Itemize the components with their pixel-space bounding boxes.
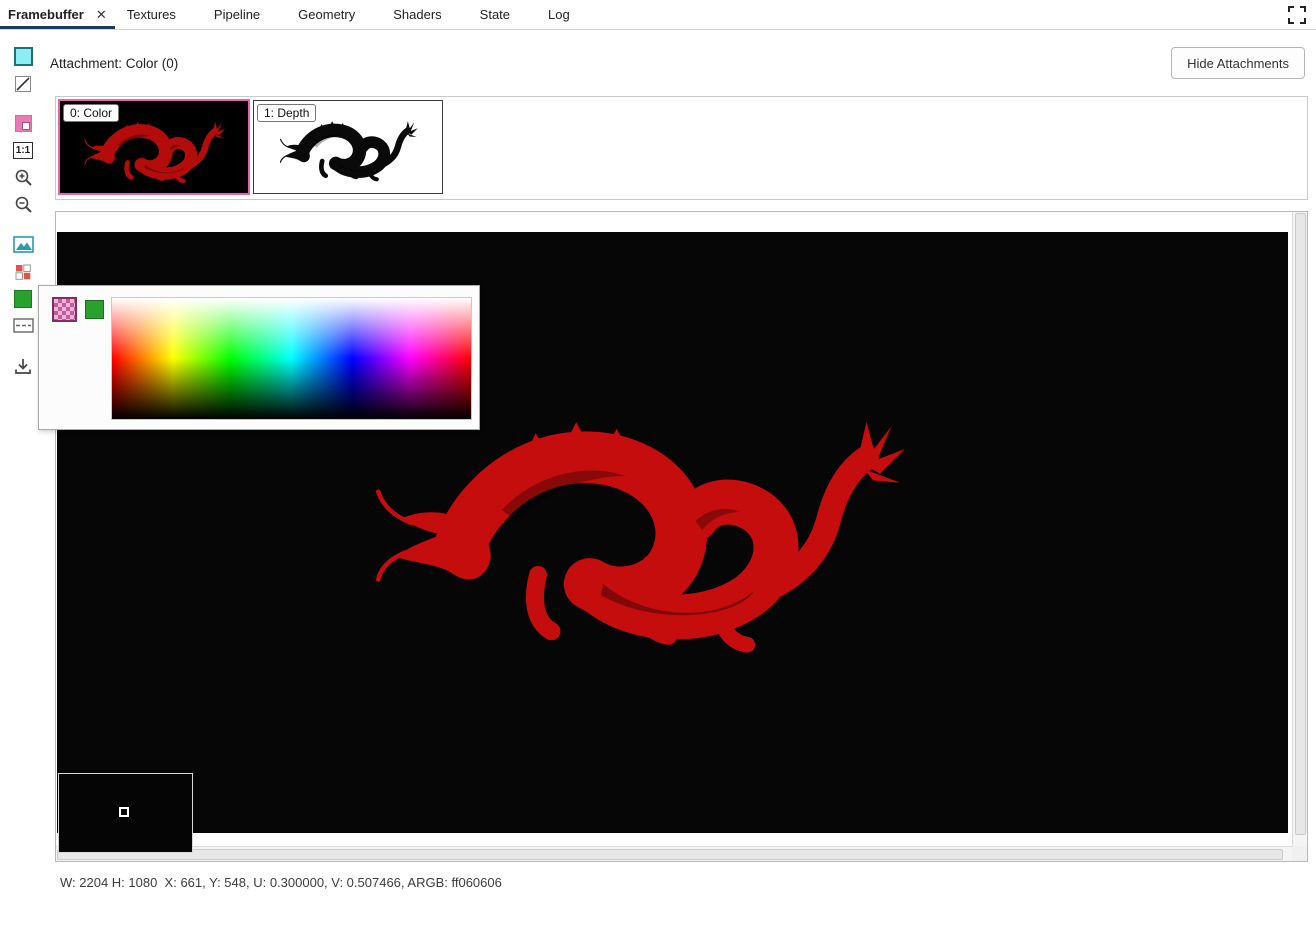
hue-saturation-spectrum[interactable] [111, 297, 472, 420]
attachment-thumb-depth[interactable]: 1: Depth [253, 100, 443, 194]
one-to-one-label: 1:1 [13, 142, 33, 159]
minimap-overview[interactable] [58, 773, 193, 853]
horizontal-scrollbar-thumb[interactable] [57, 849, 1283, 860]
cyan-swatch [14, 47, 33, 66]
tab-state-label: State [480, 7, 510, 22]
scrollbar-corner [1292, 846, 1307, 861]
split-view-icon[interactable] [9, 312, 37, 339]
horizontal-scrollbar[interactable] [56, 846, 1294, 861]
tab-state[interactable]: State [468, 0, 536, 29]
one-to-one-zoom-icon[interactable]: 1:1 [9, 137, 37, 164]
tab-log-label: Log [548, 7, 570, 22]
pixel-status-text: W: 2204 H: 1080 X: 661, Y: 548, U: 0.300… [60, 875, 502, 890]
tab-textures[interactable]: Textures [115, 0, 202, 29]
close-tab-icon[interactable]: ✕ [96, 7, 107, 23]
tab-framebuffer[interactable]: Framebuffer ✕ [0, 0, 115, 29]
fullscreen-icon[interactable] [1288, 6, 1306, 24]
cyan-texture-icon[interactable] [9, 43, 37, 70]
zoom-out-icon[interactable] [9, 191, 37, 218]
green-swatch [14, 290, 32, 308]
minimap-cursor-marker [119, 807, 129, 817]
vertical-scrollbar[interactable] [1292, 212, 1307, 848]
vertical-scrollbar-thumb[interactable] [1295, 213, 1306, 835]
tab-shaders-label: Shaders [393, 7, 441, 22]
hide-attachments-button[interactable]: Hide Attachments [1171, 47, 1305, 79]
color-picker-panel [38, 285, 480, 430]
pink-swatch [15, 115, 32, 132]
tab-log[interactable]: Log [536, 0, 596, 29]
attachment-badge-color: 0: Color [63, 104, 119, 122]
green-color-swatch-icon[interactable] [9, 285, 37, 312]
attachment-badge-depth: 1: Depth [257, 104, 316, 122]
zoom-in-icon[interactable] [9, 164, 37, 191]
tab-pipeline[interactable]: Pipeline [202, 0, 286, 29]
tab-pipeline-label: Pipeline [214, 7, 260, 22]
attachments-strip: 0: Color 1: Depth [55, 96, 1308, 200]
pink-texture-icon[interactable] [9, 110, 37, 137]
channels-grid-icon[interactable] [9, 258, 37, 285]
save-download-icon[interactable] [9, 352, 37, 379]
attachment-label: Attachment: Color (0) [50, 56, 178, 71]
attachment-thumb-color[interactable]: 0: Color [58, 99, 250, 195]
tab-shaders[interactable]: Shaders [381, 0, 467, 29]
tab-geometry[interactable]: Geometry [286, 0, 381, 29]
alpha-slash-icon[interactable] [9, 70, 37, 97]
image-view-icon[interactable] [9, 231, 37, 258]
tab-textures-label: Textures [127, 7, 176, 22]
tab-geometry-label: Geometry [298, 7, 355, 22]
picked-color-swatch[interactable] [52, 297, 77, 322]
tab-bar: Framebuffer ✕ Textures Pipeline Geometry… [0, 0, 1316, 30]
secondary-color-swatch[interactable] [85, 300, 104, 319]
tab-framebuffer-label: Framebuffer [8, 7, 84, 22]
